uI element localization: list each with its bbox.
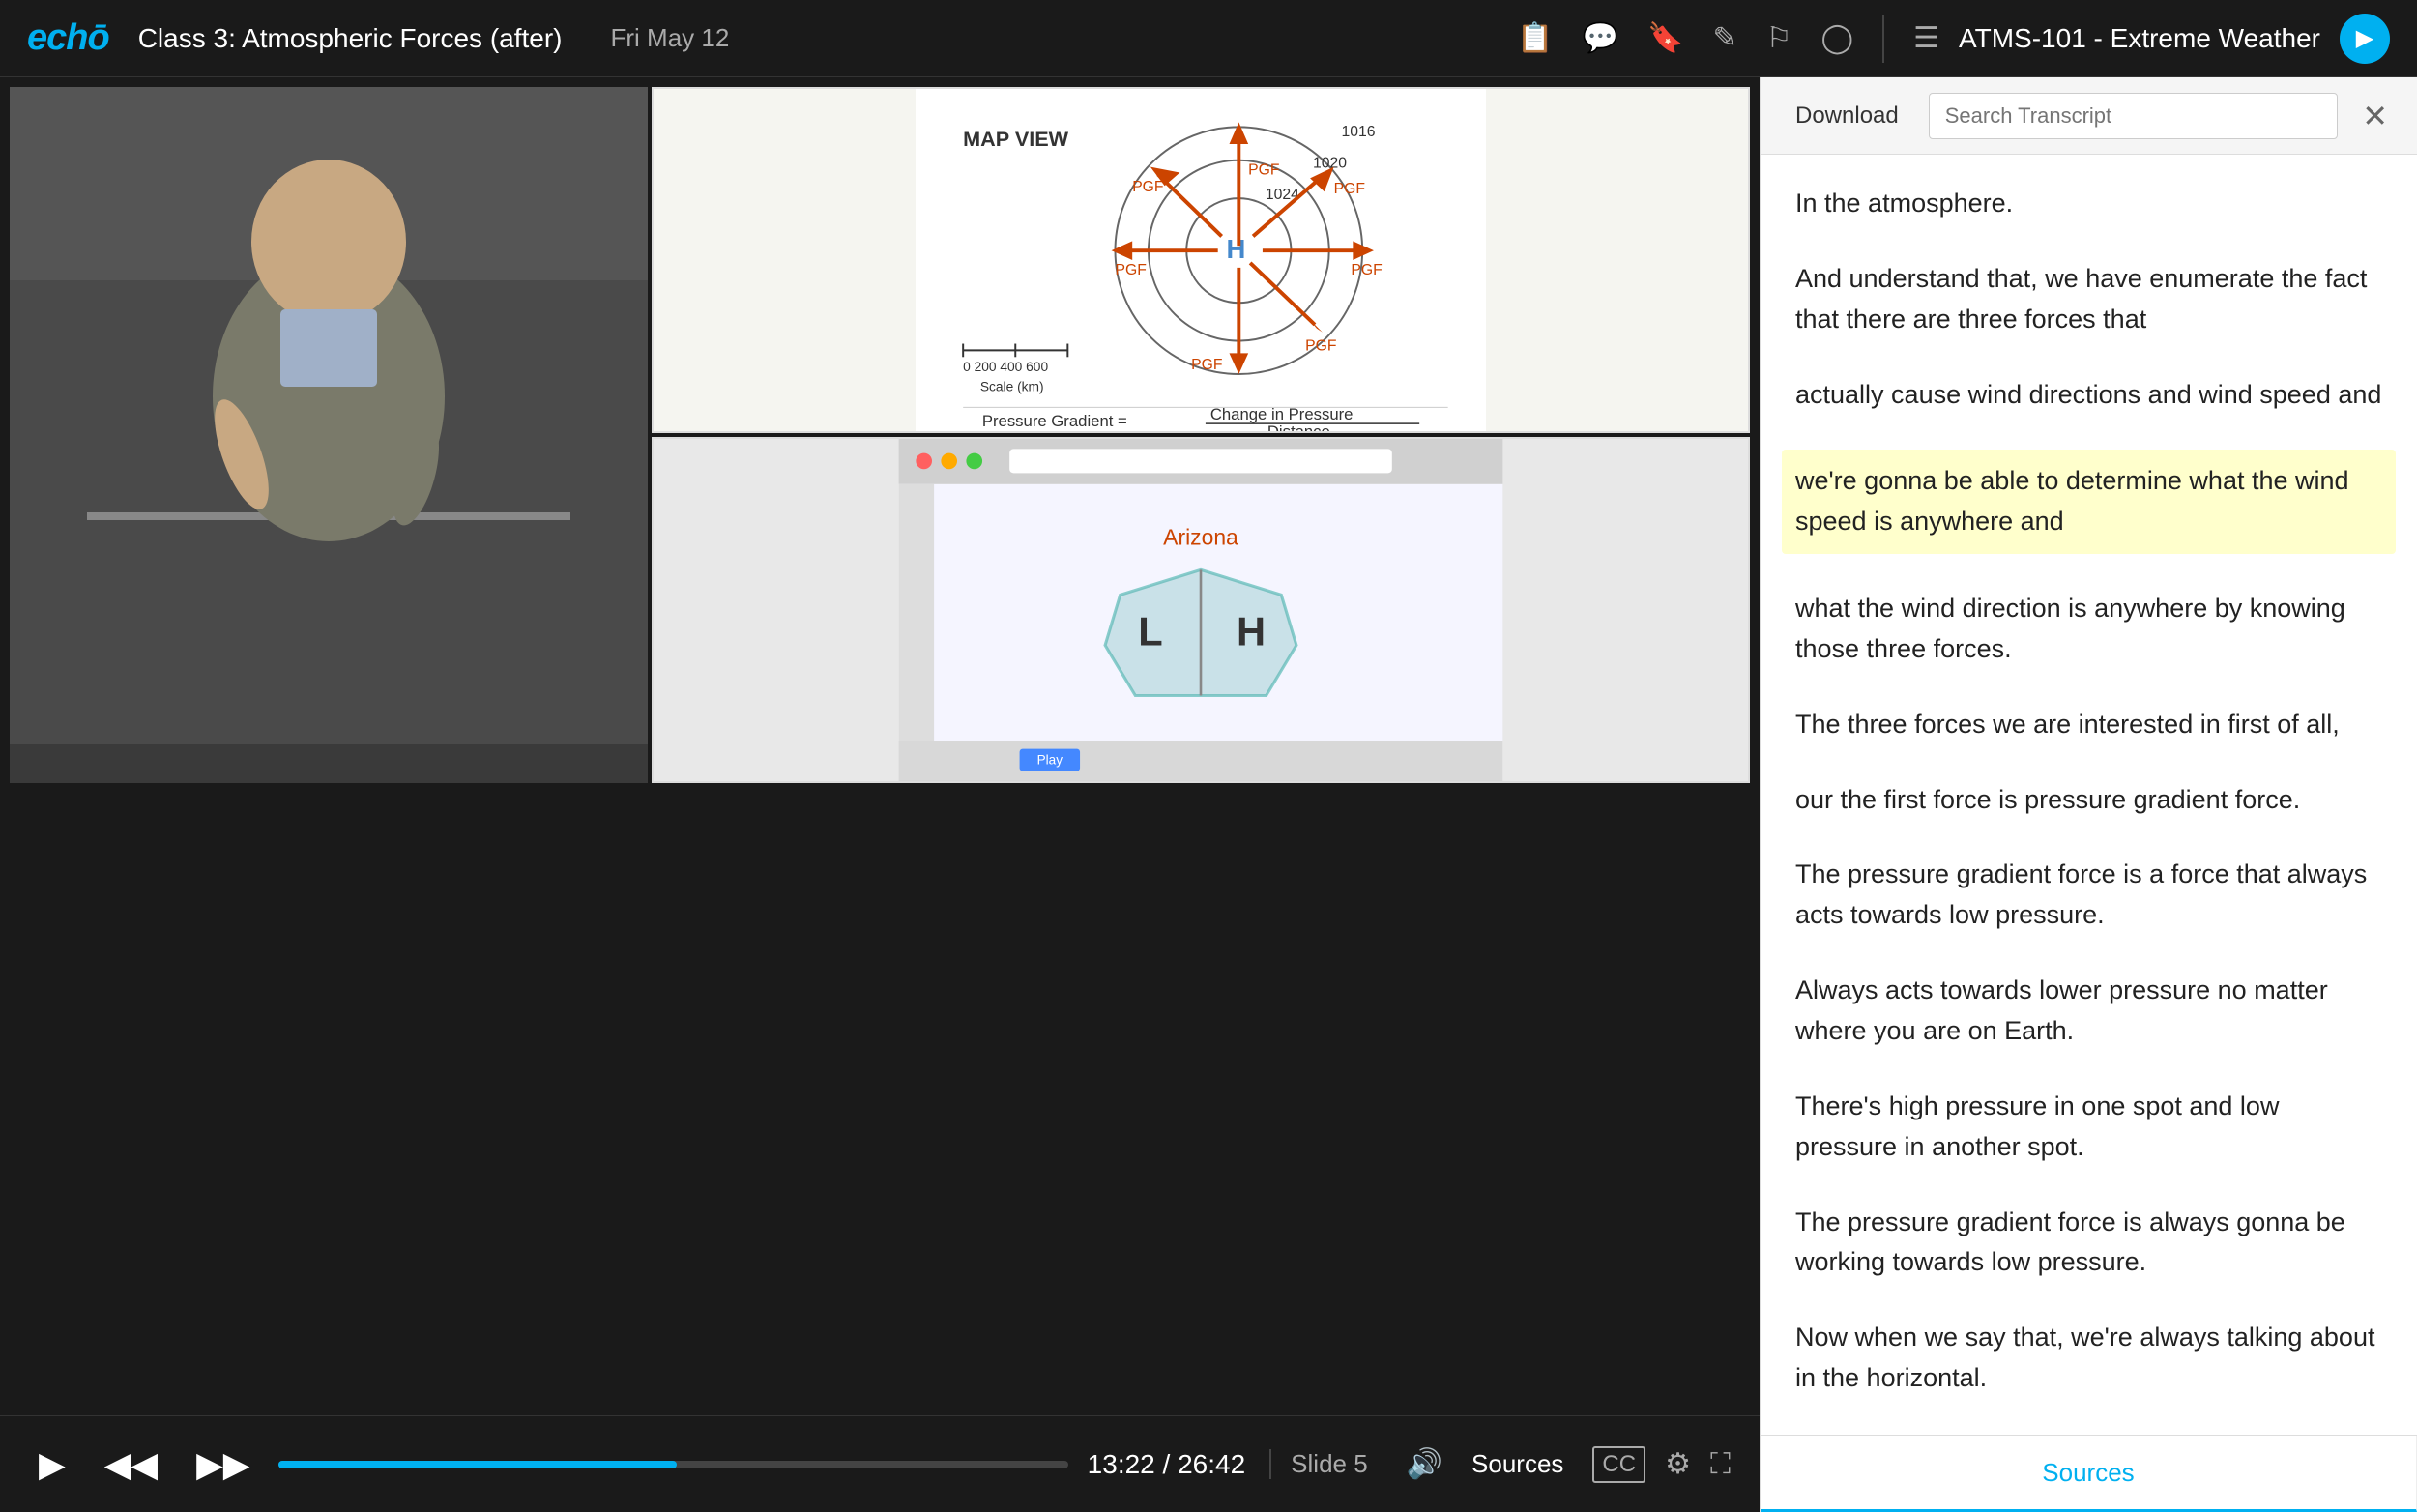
arizona-diagram-svg: Arizona L H Play	[654, 439, 1748, 781]
transcript-segment[interactable]: our the first force is pressure gradient…	[1795, 780, 2382, 821]
transcript-segment[interactable]: actually cause wind directions and wind …	[1795, 375, 2382, 416]
svg-text:PGF: PGF	[1334, 181, 1365, 197]
echo-logo: echō	[27, 17, 109, 59]
time-separator: /	[1163, 1449, 1179, 1479]
nav-right-section: ☰ ATMS-101 - Extreme Weather ▶	[1913, 14, 2390, 64]
time-display: 13:22 / 26:42	[1088, 1449, 1246, 1480]
slide-arizona-diagram: Arizona L H Play	[652, 437, 1750, 783]
tab-sources[interactable]: Sources	[1761, 1436, 2417, 1512]
svg-text:MAP VIEW: MAP VIEW	[963, 127, 1069, 151]
svg-text:PGF: PGF	[1305, 337, 1336, 354]
bookmark-add-icon[interactable]: 🔖	[1647, 21, 1683, 55]
pressure-diagram-svg: MAP VIEW 1016 1020 1024 H	[654, 89, 1748, 431]
video-area: MAP VIEW 1016 1020 1024 H	[0, 77, 1760, 1512]
class-title: Class 3: Atmospheric Forces (after)	[138, 23, 563, 54]
slide-indicator: Slide 5	[1269, 1449, 1368, 1479]
volume-icon[interactable]: 🔊	[1407, 1447, 1442, 1481]
total-time: 26:42	[1178, 1449, 1245, 1479]
search-transcript-input[interactable]	[1929, 93, 2338, 139]
svg-text:PGF: PGF	[1132, 179, 1163, 195]
svg-text:Scale (km): Scale (km)	[980, 380, 1044, 394]
slide-pressure-diagram: MAP VIEW 1016 1020 1024 H	[652, 87, 1750, 433]
svg-text:PGF: PGF	[1116, 262, 1147, 278]
main-video	[10, 87, 648, 783]
course-title: ATMS-101 - Extreme Weather	[1959, 23, 2320, 54]
transcript-segment[interactable]: In the atmosphere.	[1795, 184, 2382, 224]
svg-text:1016: 1016	[1342, 124, 1376, 140]
video-container: MAP VIEW 1016 1020 1024 H	[0, 77, 1760, 1415]
marker-icon[interactable]: ✎	[1713, 21, 1737, 55]
progress-bar[interactable]	[278, 1461, 1067, 1468]
current-time: 13:22	[1088, 1449, 1155, 1479]
flag-icon[interactable]: ⚐	[1766, 21, 1792, 55]
svg-text:H: H	[1237, 608, 1266, 654]
svg-text:Play: Play	[1037, 752, 1063, 767]
nav-divider	[1882, 15, 1884, 63]
transcript-segment[interactable]: Now when we say that, we're always talki…	[1795, 1318, 2382, 1399]
transcript-content: In the atmosphere. And understand that, w…	[1761, 155, 2417, 1435]
class-date: Fri May 12	[611, 23, 730, 53]
transcript-header: Download ✕	[1761, 77, 2417, 155]
cc-button[interactable]: CC	[1592, 1446, 1645, 1483]
play-button[interactable]: ▶	[29, 1439, 75, 1490]
svg-text:Arizona: Arizona	[1163, 524, 1238, 549]
slides-area: MAP VIEW 1016 1020 1024 H	[652, 87, 1750, 783]
transcript-segment[interactable]: Always acts towards lower pressure no ma…	[1795, 971, 2382, 1052]
playback-controls-right: 🔊 Sources CC ⚙ ⛶	[1407, 1444, 1731, 1484]
rewind-button[interactable]: ◀◀	[95, 1439, 167, 1490]
close-transcript-button[interactable]: ✕	[2352, 93, 2398, 139]
chat-icon[interactable]: 💬	[1583, 21, 1618, 55]
controls-bar: ▶ ◀◀ ▶▶ 13:22 / 26:42 Slide 5 🔊 Sources …	[0, 1415, 1760, 1512]
transcript-segment[interactable]: The pressure gradient force is always go…	[1795, 1203, 2382, 1284]
svg-text:0 200 400 600: 0 200 400 600	[963, 360, 1048, 374]
transcript-panel: Download ✕ In the atmosphere. And underst…	[1760, 77, 2417, 1512]
list-icon[interactable]: ☰	[1913, 21, 1939, 55]
nav-toolbar: 📋 💬 🔖 ✎ ⚐ ◯	[1517, 21, 1853, 55]
record-icon[interactable]: ◯	[1821, 21, 1854, 55]
transcript-segment[interactable]: we're gonna be able to determine what th…	[1782, 450, 2396, 554]
sources-button[interactable]: Sources	[1462, 1444, 1573, 1484]
fullscreen-icon[interactable]: ⛶	[1710, 1448, 1731, 1481]
svg-text:Distance: Distance	[1267, 422, 1330, 431]
svg-text:PGF: PGF	[1248, 162, 1279, 179]
svg-text:PGF: PGF	[1351, 262, 1382, 278]
main-content: MAP VIEW 1016 1020 1024 H	[0, 77, 2417, 1512]
progress-fill	[278, 1461, 676, 1468]
notes-icon[interactable]: 📋	[1517, 21, 1553, 55]
transcript-segment[interactable]: The pressure gradient force is a force t…	[1795, 855, 2382, 936]
svg-text:H: H	[1227, 234, 1246, 264]
transcript-segment[interactable]: There's high pressure in one spot and lo…	[1795, 1087, 2382, 1168]
svg-text:Pressure Gradient =: Pressure Gradient =	[982, 412, 1127, 430]
transcript-segment[interactable]: what the wind direction is anywhere by k…	[1795, 589, 2382, 670]
transcript-segment[interactable]: The three forces we are interested in fi…	[1795, 705, 2382, 745]
svg-text:L: L	[1138, 608, 1162, 654]
transcript-segment[interactable]: And understand that, we have enumerate t…	[1795, 259, 2382, 340]
course-nav-button[interactable]: ▶	[2340, 14, 2390, 64]
svg-text:PGF: PGF	[1191, 357, 1222, 373]
settings-icon[interactable]: ⚙	[1665, 1447, 1691, 1481]
download-button[interactable]: Download	[1780, 95, 1914, 137]
bottom-tabs: Sources	[1761, 1435, 2417, 1512]
top-navigation: echō Class 3: Atmospheric Forces (after)…	[0, 0, 2417, 77]
fast-forward-button[interactable]: ▶▶	[187, 1439, 259, 1490]
svg-text:Change in Pressure: Change in Pressure	[1210, 405, 1354, 423]
lecturer-video	[10, 87, 648, 783]
